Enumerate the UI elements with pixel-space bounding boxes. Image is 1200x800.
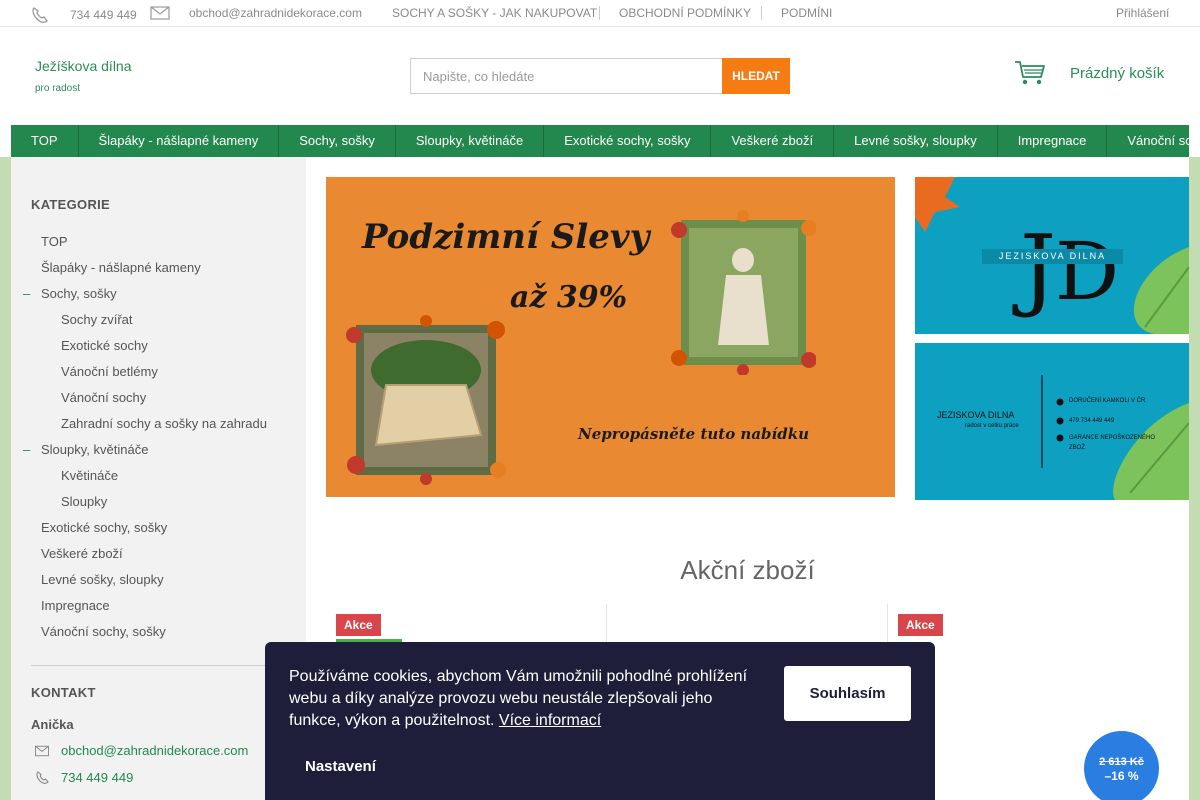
category-item[interactable]: Impregnace <box>41 598 110 613</box>
contact-name: Anička <box>31 717 74 732</box>
card-subtitle: radost v celku práce <box>965 423 1019 429</box>
category-label[interactable]: Sloupky, květináče <box>41 442 148 457</box>
cart-label[interactable]: Prázdný košík <box>1070 65 1164 82</box>
logo-subtitle: pro radost <box>35 83 81 94</box>
card-line: DORUČENÍ KAMKOLI V ČR <box>1069 398 1146 404</box>
brand-logo-text: JEZISKOVA DILNA <box>982 249 1123 264</box>
search-button[interactable]: HLEDAT <box>722 58 790 94</box>
svg-text:D: D <box>1055 225 1119 318</box>
phone-number[interactable]: 734 449 449 <box>70 8 137 22</box>
topbar-link-terms[interactable]: OBCHODNÍ PODMÍNKY <box>619 6 751 20</box>
nav-item-vsechno[interactable]: Veškeré zboží <box>711 125 835 157</box>
nav-item-levne[interactable]: Levné sošky, sloupky <box>834 125 998 157</box>
logo-title[interactable]: Ježíškova dílna <box>35 58 132 74</box>
sale-badge: Akce <box>898 614 943 636</box>
card-name: JEZISKOVA DILNA <box>937 410 1015 420</box>
category-item[interactable]: Exotické sochy, sošky <box>41 520 167 535</box>
nav-item-top[interactable]: TOP <box>11 125 79 157</box>
banner-footer: Nepropásněte tuto nabídku <box>578 425 810 443</box>
phone-icon <box>30 6 52 24</box>
nav-item-exoticke[interactable]: Exotické sochy, sošky <box>544 125 712 157</box>
topbar-link-conditions[interactable]: PODMÍNI <box>781 6 832 20</box>
category-label[interactable]: Sochy, sošky <box>41 286 117 301</box>
header: Ježíškova dílna pro radost HLEDAT Prázdn… <box>0 27 1200 125</box>
category-item[interactable]: Veškeré zboží <box>41 546 123 561</box>
top-bar: 734 449 449 obchod@zahradnidekorace.com … <box>0 0 1200 27</box>
mail-icon <box>150 6 172 20</box>
nav-item-slapaky[interactable]: Šlapáky - nášlapné kameny <box>79 125 280 157</box>
contact-phone-text[interactable]: 734 449 449 <box>61 770 133 785</box>
nav-item-sochy[interactable]: Sochy, sošky <box>279 125 396 157</box>
subcategory-item[interactable]: Vánoční betlémy <box>61 364 158 379</box>
banner-title: Podzimní Slevy <box>362 217 650 257</box>
leaf-decoration <box>1041 375 1189 500</box>
cookie-accept-button[interactable]: Souhlasím <box>784 666 911 721</box>
cart-icon <box>1014 60 1046 86</box>
cookie-consent: Používáme cookies, abychom Vám umožnili … <box>265 642 935 800</box>
divider <box>599 6 600 20</box>
search-input[interactable] <box>410 58 722 94</box>
svg-text:J: J <box>1012 216 1056 321</box>
planter-photo <box>346 315 506 485</box>
autumn-sale-banner[interactable]: Podzimní Slevy až 39% Nepropásněte tuto … <box>326 177 895 497</box>
discount-percent: –16 % <box>1104 769 1139 783</box>
collapse-marker[interactable]: – <box>23 442 30 457</box>
subcategory-item[interactable]: Zahradní sochy a sošky na zahradu <box>61 416 267 431</box>
card-line: 479 734 449 449 <box>1069 418 1115 424</box>
brand-logo-banner[interactable]: J D JEZISKOVA DILNA <box>915 177 1189 334</box>
phone-icon <box>35 770 49 785</box>
card-line: GARANCE NEPOŠKOZENÉHO <box>1069 435 1156 441</box>
categories-heading: KATEGORIE <box>31 197 111 212</box>
contact-email-text[interactable]: obchod@zahradnidekorace.com <box>61 743 248 758</box>
category-item[interactable]: Šlapáky - nášlapné kameny <box>41 260 201 275</box>
category-item[interactable]: Vánoční sochy, sošky <box>41 624 166 639</box>
nav-item-sloupky[interactable]: Sloupky, květináče <box>396 125 545 157</box>
nav-item-vanocni[interactable]: Vánoční sochy, sošky <box>1107 125 1189 157</box>
category-item[interactable]: TOP <box>41 234 68 249</box>
subcategory-item[interactable]: Květináče <box>61 468 118 483</box>
subcategory-item[interactable]: Exotické sochy <box>61 338 148 353</box>
email-link[interactable]: obchod@zahradnidekorace.com <box>150 6 362 20</box>
email-address[interactable]: obchod@zahradnidekorace.com <box>189 6 362 20</box>
collapse-marker[interactable]: – <box>23 286 30 301</box>
phone-link[interactable]: 734 449 449 <box>30 6 137 24</box>
divider <box>761 6 762 20</box>
subcategory-item[interactable]: Sochy zvířat <box>61 312 133 327</box>
sale-section-title: Akční zboží <box>680 555 815 585</box>
mail-icon <box>35 745 49 757</box>
statue-photo <box>671 210 816 375</box>
sale-badge: Akce <box>336 614 381 636</box>
login-link[interactable]: Přihlášení <box>1116 6 1169 20</box>
sidebar: KATEGORIE TOP Šlapáky - nášlapné kameny … <box>11 157 306 800</box>
banner-discount: až 39% <box>510 280 628 315</box>
main-navigation: TOP Šlapáky - nášlapné kameny Sochy, soš… <box>11 125 1189 157</box>
cookie-text: Používáme cookies, abychom Vám umožnili … <box>289 666 759 732</box>
discount-badge: 2 613 Kč –16 % <box>1084 731 1159 800</box>
category-item[interactable]: Levné sošky, sloupky <box>41 572 164 587</box>
nav-item-impregnace[interactable]: Impregnace <box>998 125 1108 157</box>
old-price: 2 613 Kč <box>1099 756 1144 768</box>
subcategory-item[interactable]: Vánoční sochy <box>61 390 146 405</box>
cookie-settings-button[interactable]: Nastavení <box>305 758 376 775</box>
cookie-more-info-link[interactable]: Více informací <box>499 712 601 729</box>
cart-link[interactable]: Prázdný košík <box>1014 60 1164 86</box>
category-item-expanded[interactable]: – Sochy, sošky <box>23 286 117 301</box>
topbar-link-how-to-buy[interactable]: SOCHY A SOŠKY - JAK NAKUPOVAT <box>392 6 597 20</box>
category-item-expanded[interactable]: – Sloupky, květináče <box>23 442 148 457</box>
business-card-banner[interactable]: JEZISKOVA DILNA radost v celku práce DOR… <box>915 343 1189 500</box>
divider <box>31 665 286 666</box>
contact-phone[interactable]: 734 449 449 <box>35 770 133 785</box>
subcategory-item[interactable]: Sloupky <box>61 494 107 509</box>
search-form: HLEDAT <box>410 58 790 94</box>
contact-heading: KONTAKT <box>31 685 96 700</box>
contact-email[interactable]: obchod@zahradnidekorace.com <box>35 743 248 758</box>
card-line: ZBOŽ <box>1069 445 1085 451</box>
